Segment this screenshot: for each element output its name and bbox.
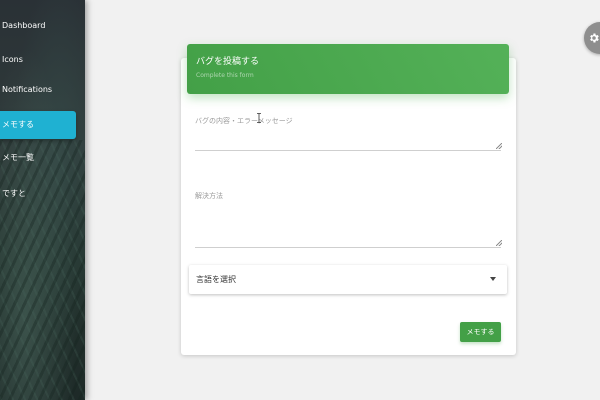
bug-post-form-card: バグを投稿する Complete this form バグの内容・エラーメッセー… <box>181 44 516 355</box>
resize-handle[interactable] <box>496 240 502 246</box>
sidebar-item-icons[interactable]: Icons <box>0 46 76 74</box>
sidebar-item-label: ですと <box>2 189 26 198</box>
language-select-value: 言語を選択 <box>196 275 236 284</box>
error-message-placeholder: バグの内容・エラーメッセージ <box>195 117 293 125</box>
sidebar: Dashboard Icons Notifications メモする メモ一覧 … <box>0 0 85 400</box>
gear-icon <box>590 33 599 43</box>
sidebar-item-dashboard[interactable]: Dashboard <box>0 12 76 40</box>
sidebar-item-label: Notifications <box>2 85 53 94</box>
error-message-textarea[interactable]: バグの内容・エラーメッセージ <box>195 113 502 151</box>
language-select[interactable]: 言語を選択 <box>189 265 507 294</box>
sidebar-item-label: Icons <box>2 55 23 64</box>
solution-placeholder: 解決方法 <box>195 192 223 200</box>
card-title: バグを投稿する <box>196 57 260 67</box>
sidebar-item-notifications[interactable]: Notifications <box>0 76 76 104</box>
resize-handle[interactable] <box>496 143 502 149</box>
text-cursor-icon <box>257 113 261 123</box>
card-subtitle: Complete this form <box>196 72 254 79</box>
settings-button[interactable] <box>584 22 600 54</box>
submit-memo-button[interactable]: メモする <box>460 322 501 342</box>
caret-down-icon <box>490 277 496 281</box>
sidebar-item-label: メモする <box>2 120 34 129</box>
sidebar-item-memo-list[interactable]: メモ一覧 <box>0 144 76 172</box>
sidebar-background-image <box>0 140 85 400</box>
sidebar-item-label: メモ一覧 <box>2 153 34 162</box>
sidebar-item-memo[interactable]: メモする <box>0 111 76 139</box>
solution-textarea[interactable]: 解決方法 <box>195 191 502 248</box>
sidebar-item-test[interactable]: ですと <box>0 180 76 208</box>
card-header: バグを投稿する Complete this form <box>187 44 509 94</box>
sidebar-item-label: Dashboard <box>2 21 46 30</box>
